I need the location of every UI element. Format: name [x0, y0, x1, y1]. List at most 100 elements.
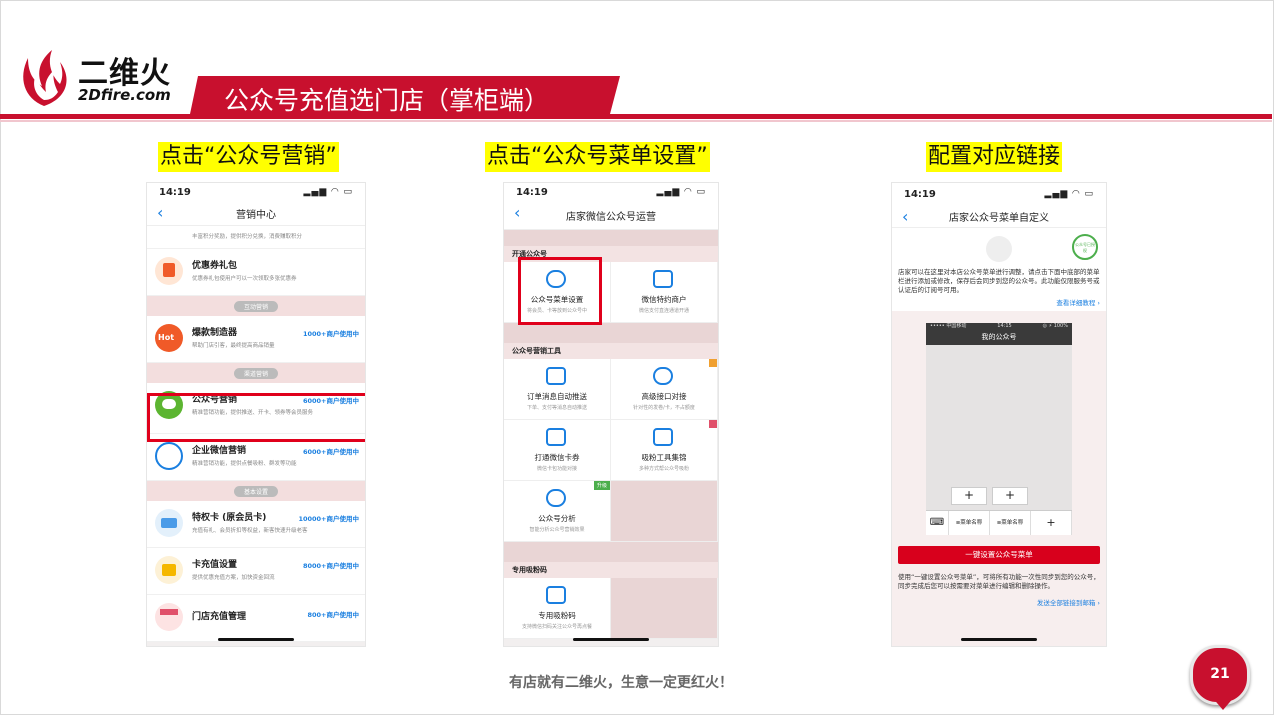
slide-title-bar: 公众号充值选门店（掌柜端）	[190, 76, 620, 115]
back-icon[interactable]: ‹	[902, 207, 908, 226]
list-item-desc: 提供优惠充值方案，加快资金回流	[192, 575, 275, 581]
cell-title: 专用吸粉码	[538, 611, 576, 620]
corner-tag	[709, 420, 717, 428]
banner-strip	[504, 230, 718, 246]
store-icon	[155, 603, 183, 631]
cell-desc: 下单、支付等消息自动推送	[526, 405, 587, 411]
banner-strip	[504, 542, 718, 562]
grid-cell-fan-tools[interactable]: 吸粉工具集锦 多种方式帮公众号吸粉	[611, 420, 718, 481]
corner-tag	[709, 359, 717, 367]
home-indicator	[218, 638, 294, 641]
list-item-title: 门店充值管理	[192, 612, 247, 622]
phone-screenshot-menu-customize: 14:19 ▂▄▆ ◠ ▭ ‹ 店家公众号菜单自定义 公众号已授权 店家可以在这…	[891, 182, 1107, 647]
list-item-desc: 充值有礼、会员折扣等权益，新客快速升级老客	[192, 528, 308, 534]
upgrade-badge: 升级	[593, 481, 610, 490]
cell-title: 公众号分析	[538, 514, 576, 523]
logo-english-text: 2Dfire.com	[78, 86, 171, 104]
list-item-desc: 优惠券礼包使用户可以一次领取多张优惠券	[192, 276, 297, 282]
back-icon[interactable]: ‹	[157, 203, 163, 222]
caption-step-1: 点击“公众号营销”	[158, 142, 339, 172]
cell-title: 高级接口对接	[641, 392, 687, 401]
analytics-icon	[546, 489, 566, 507]
list-item-privilege-card[interactable]: 特权卡 (原会员卡) 充值有礼、会员折扣等权益，新客快速升级老客 10000+商…	[147, 501, 365, 548]
list-item-title: 企业微信营销	[192, 446, 247, 456]
title-divider-light	[0, 120, 1272, 122]
one-click-setup-button[interactable]: 一键设置公众号菜单	[898, 546, 1100, 564]
chat-bubble-icon	[155, 442, 183, 470]
banner-strip	[504, 323, 718, 343]
add-submenu-button[interactable]: +	[992, 487, 1028, 505]
grid-cell-special-merchant[interactable]: 微信特约商户 微信支付直连通道开通	[611, 262, 718, 323]
tutorial-link[interactable]: 查看详细教程 ›	[892, 295, 1106, 311]
grid-cell-empty	[611, 578, 718, 639]
highlight-box	[147, 393, 365, 442]
status-time: 14:19	[159, 186, 191, 198]
grid-cell-wechat-coupon[interactable]: 打通微信卡券 微信卡包功能对接	[504, 420, 611, 481]
preview-header: ••••• 中国移动 14:15 ◎ ⚡ 100% 我的公众号	[926, 323, 1072, 345]
list-item-title: 特权卡 (原会员卡)	[192, 513, 267, 523]
grid-cell-fan-code[interactable]: 专用吸粉码 支持微信扫码关注公众号再点餐	[504, 578, 611, 639]
nav-bar: ‹ 店家微信公众号运营	[504, 201, 718, 230]
list-item-title: 爆款制造器	[192, 328, 238, 338]
status-bar: 14:19 ▂▄▆ ◠ ▭	[892, 183, 1106, 205]
nav-title: 营销中心	[236, 209, 276, 221]
section-header: 公众号营销工具	[504, 343, 718, 359]
section-header: 基本设置	[147, 481, 365, 501]
menu-preview: ••••• 中国移动 14:15 ◎ ⚡ 100% 我的公众号 + + ⌨ ≡菜…	[926, 323, 1072, 535]
grid-cell-analytics[interactable]: 公众号分析 智能分析公众号营销效果 升级	[504, 481, 611, 542]
back-icon[interactable]: ‹	[514, 203, 520, 222]
list-item-title: 卡充值设置	[192, 560, 238, 570]
status-bar: 14:19 ▂▄▆ ◠ ▭	[147, 183, 365, 201]
section-header: 互动营销	[147, 296, 365, 316]
slide-title: 公众号充值选门店（掌柜端）	[224, 86, 550, 115]
send-email-link[interactable]: 发送全部链接到邮箱 ›	[1031, 595, 1106, 611]
cell-title: 打通微信卡券	[534, 453, 580, 462]
page-number: 21	[1210, 666, 1230, 682]
list-item-desc: 帮助门店引客，最终提高商品销量	[192, 343, 275, 349]
list-item-usage: 6000+商户使用中	[302, 448, 359, 456]
grid-cell-advanced-api[interactable]: 高级接口对接 针对性的发卷/卡，不占额度	[611, 359, 718, 420]
grid-cell-empty	[611, 481, 718, 542]
signal-battery-icon: ▂▄▆ ◠ ▭	[1044, 189, 1094, 199]
description-text: 店家可以在这里对本店公众号菜单进行调整，请点击下面中底部的菜单栏进行添加或修改，…	[892, 268, 1106, 295]
menu-item[interactable]: ≡菜单名称	[990, 511, 1031, 535]
status-time: 14:19	[516, 186, 548, 198]
keyboard-icon[interactable]: ⌨	[926, 511, 949, 535]
list-item-coupon[interactable]: 优惠券礼包 优惠券礼包使用户可以一次领取多张优惠券	[147, 249, 365, 296]
list-item-title: 优惠券礼包	[192, 261, 238, 271]
list-item-usage: 1000+商户使用中	[302, 330, 359, 338]
preview-menu-bar: ⌨ ≡菜单名称 ≡菜单名称 +	[926, 510, 1072, 535]
footer-slogan: 有店就有二维火，生意一定更红火！	[509, 675, 733, 691]
list-item-card-recharge[interactable]: 卡充值设置 提供优惠充值方案，加快资金回流 8000+商户使用中	[147, 548, 365, 595]
caption-step-3: 配置对应链接	[926, 142, 1063, 172]
add-menu-button[interactable]: +	[1031, 511, 1072, 535]
preview-status: ••••• 中国移动 14:15 ◎ ⚡ 100%	[930, 323, 1068, 329]
caption-step-2: 点击“公众号菜单设置”	[485, 142, 710, 172]
phone-screenshot-marketing-center: 14:19 ▂▄▆ ◠ ▭ ‹ 营销中心 丰富积分奖励，提供积分兑换，消费赚取积…	[146, 182, 366, 647]
highlight-box	[518, 257, 602, 325]
add-submenu-button[interactable]: +	[951, 487, 987, 505]
fan-tools-icon	[653, 428, 673, 446]
menu-item[interactable]: ≡菜单名称	[949, 511, 990, 535]
list-item-hot-maker[interactable]: Hot 爆款制造器 帮助门店引客，最终提高商品销量 1000+商户使用中	[147, 316, 365, 363]
brand-logo: 二维火 2Dfire.com	[14, 48, 174, 108]
home-indicator	[573, 638, 649, 641]
list-item-desc: 精准营销功能，提供点餐吸粉、群发等功能	[192, 461, 297, 467]
section-header: 渠道营销	[147, 363, 365, 383]
recharge-icon	[155, 556, 183, 584]
list-item-store-recharge[interactable]: 门店充值管理 800+商户使用中	[147, 595, 365, 642]
nav-title: 店家公众号菜单自定义	[949, 212, 1049, 224]
cell-desc: 针对性的发卷/卡，不占额度	[633, 405, 695, 411]
preview-title: 我的公众号	[981, 333, 1017, 341]
nav-bar: ‹ 店家公众号菜单自定义	[892, 205, 1106, 228]
list-item-partial[interactable]: 丰富积分奖励，提供积分兑换，消费赚取积分	[147, 226, 365, 249]
list-item-usage: 8000+商户使用中	[302, 562, 359, 570]
status-bar: 14:19 ▂▄▆ ◠ ▭	[504, 183, 718, 201]
phone-screenshot-wechat-operations: 14:19 ▂▄▆ ◠ ▭ ‹ 店家微信公众号运营 开通公众号 公众号菜单设置 …	[503, 182, 719, 647]
push-message-icon	[546, 367, 566, 385]
grid-cell-order-push[interactable]: 订单消息自动推送 下单、支付等消息自动推送	[504, 359, 611, 420]
card-icon	[155, 509, 183, 537]
cell-title: 微信特约商户	[641, 295, 687, 304]
note-text: 使用“一键设置公众号菜单”，可将所有功能一次性同步到您的公众号，同步完成后您可以…	[898, 573, 1100, 590]
cell-desc: 智能分析公众号营销效果	[529, 527, 585, 533]
